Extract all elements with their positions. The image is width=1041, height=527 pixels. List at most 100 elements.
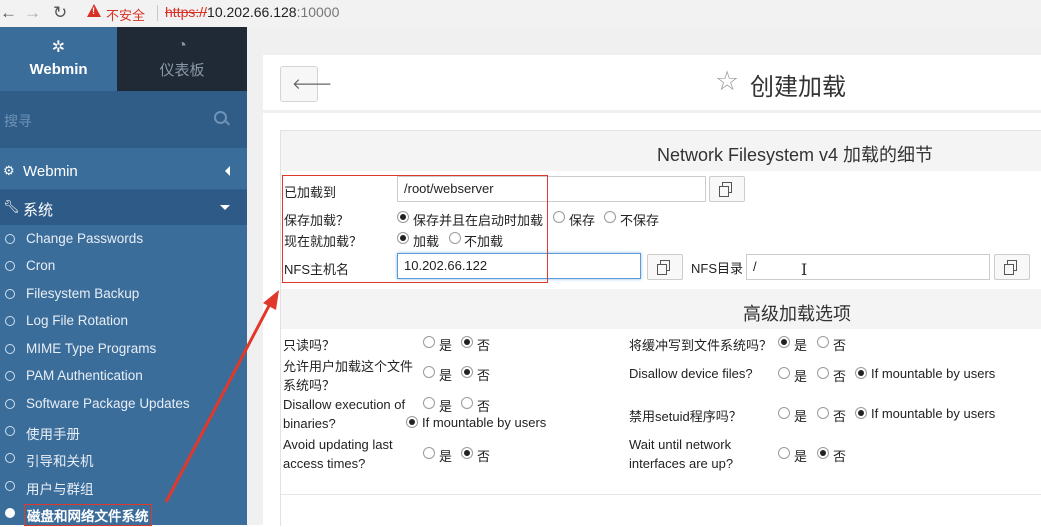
- webmin-logo-icon: ✲: [51, 39, 66, 56]
- sidebar-item-log-file-rotation[interactable]: Log File Rotation: [0, 308, 247, 335]
- sidebar-item-boot-and-shutdown[interactable]: 引导和关机: [0, 445, 247, 472]
- save-radio[interactable]: [553, 211, 565, 223]
- disallow-exec-label: Disallow execution of: [283, 397, 406, 412]
- no-label: 否: [477, 338, 491, 353]
- write-buffer-yes-radio[interactable]: [778, 336, 790, 348]
- copy-icon: [719, 182, 732, 197]
- sidebar-item-cron[interactable]: Cron: [0, 253, 247, 280]
- sidebar-search[interactable]: 搜寻: [0, 91, 247, 148]
- if-mountable-label: If mountable by users: [871, 406, 996, 421]
- sidebar-item-label: Filesystem Backup: [26, 286, 140, 301]
- star-icon[interactable]: ☆: [715, 65, 739, 97]
- yes-label: 是: [439, 338, 453, 353]
- disallow-device-yes-radio[interactable]: [778, 367, 790, 379]
- bullet-icon: [5, 234, 15, 244]
- disallow-device-no-radio[interactable]: [817, 367, 829, 379]
- sidebar-item-users-and-groups[interactable]: 用户与群组: [0, 473, 247, 500]
- disallow-device-label: Disallow device files?: [629, 366, 753, 381]
- sidebar: ✲ Webmin ◔ 仪表板 搜寻 ⚙ Webmin 🔧︎ 系统 Change …: [0, 27, 247, 527]
- page-title: 创建加载: [750, 74, 846, 101]
- bullet-icon: [5, 481, 15, 491]
- dashboard-tab[interactable]: ◔ 仪表板: [117, 27, 247, 91]
- sidebar-item-change-passwords[interactable]: Change Passwords: [0, 226, 247, 253]
- insecure-label[interactable]: 不安全: [106, 5, 145, 24]
- disable-setuid-no-radio[interactable]: [817, 407, 829, 419]
- bullet-icon: [5, 453, 15, 463]
- sidebar-item-pam-authentication[interactable]: PAM Authentication: [0, 363, 247, 390]
- allow-user-mount-yes-radio[interactable]: [423, 366, 435, 378]
- url-scheme: https://: [165, 4, 208, 20]
- disable-setuid-yes-radio[interactable]: [778, 407, 790, 419]
- nfs-dir-input[interactable]: /: [746, 254, 990, 280]
- sidebar-item-label: Cron: [26, 258, 56, 273]
- disable-setuid-if-mountable-radio[interactable]: [855, 407, 867, 419]
- bullet-icon: [5, 371, 15, 381]
- sidebar-item-label: 引导和关机: [26, 454, 94, 469]
- category-system[interactable]: 🔧︎ 系统: [0, 190, 247, 225]
- advanced-section-title: 高级加载选项: [743, 304, 851, 324]
- category-webmin[interactable]: ⚙ Webmin: [0, 154, 247, 190]
- sidebar-item-label: 用户与群组: [26, 482, 94, 497]
- avoid-atime-yes-radio[interactable]: [423, 447, 435, 459]
- dashboard-tab-label: 仪表板: [159, 62, 205, 79]
- disallow-device-if-mountable-radio[interactable]: [855, 367, 867, 379]
- arrow-left-icon: 🡐: [292, 76, 333, 93]
- wrench-icon: 🔧︎: [3, 199, 20, 214]
- save-label: 保存: [569, 213, 596, 228]
- address-bar[interactable]: https://10.202.66.128:10000: [165, 4, 339, 20]
- dont-save-radio[interactable]: [604, 211, 616, 223]
- avoid-atime-no-radio[interactable]: [461, 447, 473, 459]
- if-mountable-label: If mountable by users: [871, 366, 996, 381]
- gear-icon: ⚙: [3, 163, 15, 178]
- read-only-yes-radio[interactable]: [423, 336, 435, 348]
- wait-network-no-radio[interactable]: [817, 447, 829, 459]
- nfs-dir-browse-button[interactable]: [994, 254, 1030, 280]
- allow-user-mount-no-radio[interactable]: [461, 366, 473, 378]
- yes-label: 是: [439, 449, 453, 464]
- read-only-no-radio[interactable]: [461, 336, 473, 348]
- no-label: 否: [477, 449, 491, 464]
- no-label: 否: [477, 399, 491, 414]
- avoid-atime-label: Avoid updating last: [283, 437, 393, 452]
- yes-label: 是: [794, 369, 808, 384]
- bullet-icon: [5, 316, 15, 326]
- yes-label: 是: [794, 449, 808, 464]
- no-label: 否: [833, 449, 847, 464]
- search-input[interactable]: 搜寻: [4, 111, 32, 131]
- url-host: 10.202.66.128: [207, 4, 297, 20]
- url-port: :10000: [296, 4, 340, 20]
- forward-arrow-icon[interactable]: →: [24, 3, 41, 23]
- bullet-icon: [5, 426, 15, 436]
- disallow-exec-no-radio[interactable]: [461, 397, 473, 409]
- sidebar-item-software-package-updates[interactable]: Software Package Updates: [0, 391, 247, 418]
- disallow-exec-if-mountable-radio[interactable]: [406, 416, 418, 428]
- sidebar-item-filesystem-backup[interactable]: Filesystem Backup: [0, 281, 247, 308]
- dont-save-label: 不保存: [620, 213, 660, 228]
- no-label: 否: [833, 369, 847, 384]
- copy-icon: [657, 260, 670, 275]
- dashboard-icon: ◔: [177, 37, 187, 54]
- sidebar-item-label: 磁盘和网络文件系统: [24, 504, 152, 526]
- sidebar-item-disk-and-network-filesystems[interactable]: 磁盘和网络文件系统: [0, 500, 247, 527]
- mounted-on-browse-button[interactable]: [709, 176, 745, 202]
- bullet-icon: [5, 261, 15, 271]
- disallow-exec-label-2: binaries?: [283, 416, 336, 431]
- sidebar-item-manual[interactable]: 使用手册: [0, 418, 247, 445]
- webmin-tab[interactable]: ✲ Webmin: [0, 27, 117, 91]
- back-arrow-icon[interactable]: ←: [0, 3, 17, 23]
- disallow-exec-yes-radio[interactable]: [423, 397, 435, 409]
- header-panel: [263, 55, 1041, 110]
- nfs-dir-label: NFS目录: [691, 261, 744, 276]
- no-label: 否: [833, 338, 847, 353]
- reload-icon[interactable]: ↻: [53, 3, 67, 23]
- write-buffer-no-radio[interactable]: [817, 336, 829, 348]
- wait-network-yes-radio[interactable]: [778, 447, 790, 459]
- back-button[interactable]: 🡐: [280, 66, 332, 102]
- no-label: 否: [833, 409, 847, 424]
- browser-toolbar: ← → ↻ 不安全 https://10.202.66.128:10000: [0, 0, 1041, 28]
- sidebar-item-label: Change Passwords: [26, 231, 144, 246]
- allow-user-mount-label-2: 系统吗？: [283, 378, 336, 393]
- nfs-host-browse-button[interactable]: [647, 254, 683, 280]
- sidebar-item-mime-type-programs[interactable]: MIME Type Programs: [0, 336, 247, 363]
- warning-icon[interactable]: [87, 4, 101, 17]
